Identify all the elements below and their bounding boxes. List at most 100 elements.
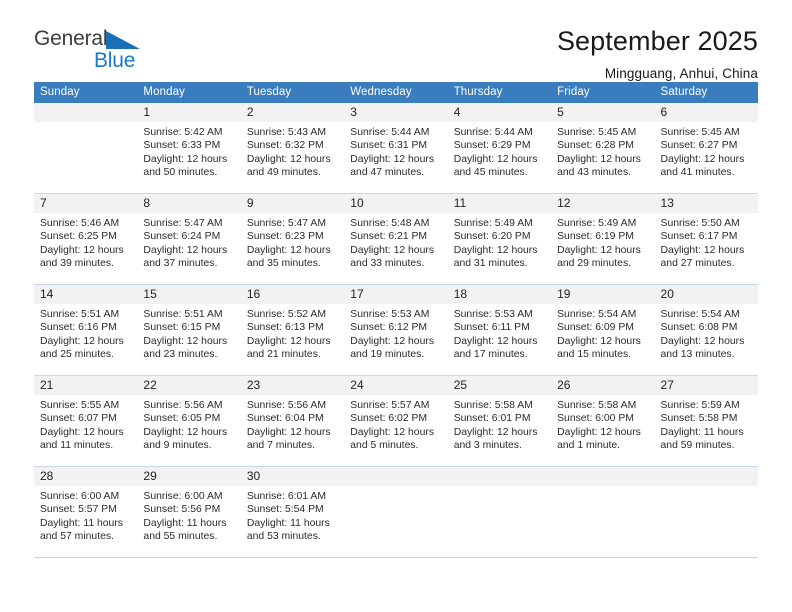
calendar-day-cell[interactable] bbox=[447, 466, 552, 558]
daylight-text-line2: and 41 minutes. bbox=[660, 167, 735, 179]
sunrise-text: Sunrise: 5:47 AM bbox=[246, 218, 326, 229]
calendar-day-cell[interactable]: 23 Sunrise: 5:56 AM Sunset: 6:04 PM Dayligh… bbox=[240, 375, 345, 467]
daylight-text-line1: Daylight: 12 hours bbox=[453, 153, 538, 165]
daylight-text-line1: Daylight: 12 hours bbox=[143, 153, 228, 165]
calendar-day-cell[interactable]: 22 Sunrise: 5:56 AM Sunset: 6:05 PM Dayligh… bbox=[137, 375, 241, 467]
calendar-day-cell[interactable]: 15 Sunrise: 5:51 AM Sunset: 6:15 PM Dayligh… bbox=[137, 284, 241, 376]
calendar-day-cell[interactable]: 26 Sunrise: 5:58 AM Sunset: 6:00 PM Dayligh… bbox=[551, 375, 655, 467]
day-number: 11 bbox=[447, 194, 552, 213]
sunset-text: Sunset: 6:02 PM bbox=[350, 413, 428, 425]
day-cell-content bbox=[344, 467, 448, 557]
sunset-text: Sunset: 6:25 PM bbox=[40, 231, 117, 243]
day-sun-info: Sunrise: 5:47 AM Sunset: 6:24 PM Daylight:… bbox=[137, 213, 240, 271]
day-cell-content: 10 Sunrise: 5:48 AM Sunset: 6:21 PM Dayligh… bbox=[344, 194, 448, 284]
sunrise-text: Sunrise: 5:59 AM bbox=[660, 400, 740, 411]
calendar-day-cell[interactable] bbox=[551, 466, 655, 558]
daylight-text-line2: and 49 minutes. bbox=[246, 167, 321, 179]
daylight-text-line2: and 33 minutes. bbox=[350, 258, 425, 270]
sunrise-text: Sunrise: 5:53 AM bbox=[350, 309, 430, 320]
daylight-text-line2: and 1 minute. bbox=[557, 440, 621, 452]
daylight-text-line1: Daylight: 12 hours bbox=[557, 426, 641, 438]
calendar-day-cell[interactable]: 19 Sunrise: 5:54 AM Sunset: 6:09 PM Dayligh… bbox=[551, 284, 655, 376]
calendar-day-cell[interactable]: 8 Sunrise: 5:47 AM Sunset: 6:24 PM Daylight… bbox=[137, 193, 241, 285]
day-cell-content: 1 Sunrise: 5:42 AM Sunset: 6:33 PM Daylight… bbox=[137, 103, 241, 193]
daylight-text-line1: Daylight: 11 hours bbox=[246, 517, 330, 529]
logo-text-blue: Blue bbox=[94, 49, 136, 72]
calendar-day-cell[interactable]: 28 Sunrise: 6:00 AM Sunset: 5:57 PM Dayligh… bbox=[34, 466, 138, 558]
calendar-day-cell[interactable]: 25 Sunrise: 5:58 AM Sunset: 6:01 PM Dayligh… bbox=[447, 375, 552, 467]
calendar-day-cell[interactable]: 20 Sunrise: 5:54 AM Sunset: 6:08 PM Dayligh… bbox=[654, 284, 758, 376]
sunrise-text: Sunrise: 6:00 AM bbox=[40, 491, 120, 502]
sunset-text: Sunset: 6:04 PM bbox=[246, 413, 324, 425]
day-sun-info: Sunrise: 5:52 AM Sunset: 6:13 PM Daylight:… bbox=[241, 304, 344, 362]
calendar-day-cell[interactable]: 24 Sunrise: 5:57 AM Sunset: 6:02 PM Dayligh… bbox=[344, 375, 448, 467]
page-subtitle: Mingguang, Anhui, China bbox=[604, 66, 758, 82]
day-cell-content: 4 Sunrise: 5:44 AM Sunset: 6:29 PM Daylight… bbox=[447, 103, 552, 193]
daylight-text-line2: and 21 minutes. bbox=[246, 349, 321, 361]
daylight-text-line1: Daylight: 12 hours bbox=[557, 244, 641, 256]
calendar-day-cell[interactable]: 16 Sunrise: 5:52 AM Sunset: 6:13 PM Dayligh… bbox=[240, 284, 345, 376]
sunrise-text: Sunrise: 5:52 AM bbox=[246, 309, 326, 320]
calendar-day-cell[interactable]: 1 Sunrise: 5:42 AM Sunset: 6:33 PM Daylight… bbox=[137, 103, 241, 194]
day-cell-content: 19 Sunrise: 5:54 AM Sunset: 6:09 PM Dayligh… bbox=[551, 285, 655, 375]
calendar-day-cell[interactable]: 30 Sunrise: 6:01 AM Sunset: 5:54 PM Dayligh… bbox=[240, 466, 345, 558]
sunset-text: Sunset: 6:19 PM bbox=[557, 231, 634, 243]
day-cell-content: 6 Sunrise: 5:45 AM Sunset: 6:27 PM Daylight… bbox=[654, 103, 758, 193]
calendar-day-cell[interactable]: 3 Sunrise: 5:44 AM Sunset: 6:31 PM Daylight… bbox=[344, 103, 448, 194]
sunrise-text: Sunrise: 5:45 AM bbox=[660, 127, 740, 138]
calendar-day-cell[interactable] bbox=[654, 466, 758, 558]
day-cell-content: 25 Sunrise: 5:58 AM Sunset: 6:01 PM Dayligh… bbox=[447, 376, 552, 466]
day-cell-content: 22 Sunrise: 5:56 AM Sunset: 6:05 PM Dayligh… bbox=[137, 376, 241, 466]
calendar-day-cell[interactable]: 5 Sunrise: 5:45 AM Sunset: 6:28 PM Daylight… bbox=[551, 103, 655, 194]
calendar-day-cell[interactable]: 10 Sunrise: 5:48 AM Sunset: 6:21 PM Dayligh… bbox=[344, 193, 448, 285]
calendar-week-row: 1 Sunrise: 5:42 AM Sunset: 6:33 PM Daylight… bbox=[34, 103, 758, 194]
calendar-day-cell[interactable]: 12 Sunrise: 5:49 AM Sunset: 6:19 PM Dayligh… bbox=[551, 193, 655, 285]
calendar-day-cell[interactable]: 7 Sunrise: 5:46 AM Sunset: 6:25 PM Daylight… bbox=[34, 193, 138, 285]
day-sun-info: Sunrise: 5:53 AM Sunset: 6:12 PM Daylight:… bbox=[344, 304, 447, 362]
calendar-day-cell[interactable]: 4 Sunrise: 5:44 AM Sunset: 6:29 PM Daylight… bbox=[447, 103, 552, 194]
day-sun-info: Sunrise: 5:49 AM Sunset: 6:20 PM Daylight:… bbox=[448, 213, 551, 271]
calendar-day-cell[interactable]: 29 Sunrise: 6:00 AM Sunset: 5:56 PM Dayligh… bbox=[137, 466, 241, 558]
daylight-text-line1: Daylight: 12 hours bbox=[350, 153, 435, 165]
calendar-day-cell[interactable]: 18 Sunrise: 5:53 AM Sunset: 6:11 PM Dayligh… bbox=[447, 284, 552, 376]
daylight-text-line1: Daylight: 12 hours bbox=[557, 335, 641, 347]
daylight-text-line2: and 53 minutes. bbox=[246, 531, 321, 543]
sunset-text: Sunset: 5:57 PM bbox=[40, 504, 117, 516]
daylight-text-line1: Daylight: 12 hours bbox=[246, 153, 331, 165]
daylight-text-line2: and 7 minutes. bbox=[246, 440, 316, 452]
sunset-text: Sunset: 6:23 PM bbox=[246, 231, 324, 243]
calendar-day-cell[interactable]: 17 Sunrise: 5:53 AM Sunset: 6:12 PM Dayligh… bbox=[344, 284, 448, 376]
sunset-text: Sunset: 6:28 PM bbox=[557, 140, 634, 152]
sunset-text: Sunset: 6:17 PM bbox=[660, 231, 738, 243]
calendar-day-cell[interactable] bbox=[344, 466, 448, 558]
daylight-text-line1: Daylight: 12 hours bbox=[350, 426, 435, 438]
daylight-text-line1: Daylight: 12 hours bbox=[143, 244, 228, 256]
day-cell-content: 17 Sunrise: 5:53 AM Sunset: 6:12 PM Dayligh… bbox=[344, 285, 448, 375]
sunrise-text: Sunrise: 5:46 AM bbox=[40, 218, 120, 229]
title-block: September 2025 Mingguang, Anhui, China bbox=[557, 26, 758, 81]
daylight-text-line1: Daylight: 12 hours bbox=[40, 426, 124, 438]
calendar-day-cell[interactable]: 14 Sunrise: 5:51 AM Sunset: 6:16 PM Dayligh… bbox=[34, 284, 138, 376]
day-number: 3 bbox=[344, 103, 448, 122]
sunrise-text: Sunrise: 5:58 AM bbox=[557, 400, 637, 411]
calendar-day-cell[interactable] bbox=[34, 103, 138, 194]
sunrise-text: Sunrise: 5:44 AM bbox=[453, 127, 533, 138]
day-cell-content: 30 Sunrise: 6:01 AM Sunset: 5:54 PM Dayligh… bbox=[240, 467, 345, 557]
day-sun-info: Sunrise: 5:45 AM Sunset: 6:27 PM Daylight:… bbox=[655, 122, 758, 180]
calendar-day-cell[interactable]: 2 Sunrise: 5:43 AM Sunset: 6:32 PM Daylight… bbox=[240, 103, 345, 194]
sunset-text: Sunset: 6:09 PM bbox=[557, 322, 634, 334]
daylight-text-line1: Daylight: 12 hours bbox=[660, 244, 745, 256]
calendar-page: General Blue September 2025 Mingguang, A… bbox=[0, 0, 792, 612]
daylight-text-line2: and 59 minutes. bbox=[660, 440, 735, 452]
calendar-day-cell[interactable]: 27 Sunrise: 5:59 AM Sunset: 5:58 PM Dayligh… bbox=[654, 375, 758, 467]
daylight-text-line2: and 39 minutes. bbox=[40, 258, 114, 270]
sunset-text: Sunset: 6:12 PM bbox=[350, 322, 428, 334]
calendar-day-cell[interactable]: 13 Sunrise: 5:50 AM Sunset: 6:17 PM Dayligh… bbox=[654, 193, 758, 285]
calendar-day-cell[interactable]: 11 Sunrise: 5:49 AM Sunset: 6:20 PM Dayligh… bbox=[447, 193, 552, 285]
calendar-day-cell[interactable]: 6 Sunrise: 5:45 AM Sunset: 6:27 PM Daylight… bbox=[654, 103, 758, 194]
daylight-text-line1: Daylight: 12 hours bbox=[143, 426, 228, 438]
daylight-text-line1: Daylight: 12 hours bbox=[246, 335, 331, 347]
calendar-day-cell[interactable]: 9 Sunrise: 5:47 AM Sunset: 6:23 PM Daylight… bbox=[240, 193, 345, 285]
general-blue-logo[interactable]: General Blue bbox=[34, 26, 146, 78]
calendar-day-cell[interactable]: 21 Sunrise: 5:55 AM Sunset: 6:07 PM Dayligh… bbox=[34, 375, 138, 467]
